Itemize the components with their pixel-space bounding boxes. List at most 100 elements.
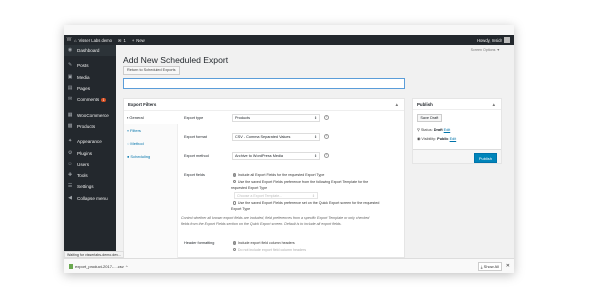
method-icon: ◌: [127, 141, 130, 146]
new-label: New: [136, 37, 145, 43]
admin-bar: W ⌂ Visser Labs demo ✉ 1 + New Howdy, In…: [64, 35, 514, 45]
tab-label: Filters: [130, 128, 141, 133]
admin-bar-new[interactable]: + New: [132, 38, 145, 43]
tab-general[interactable]: ▪ General: [124, 111, 178, 124]
media-icon: ▣: [67, 74, 73, 80]
dashboard-icon: ◉: [67, 48, 73, 54]
export-method-value: Archive to WordPress Media: [235, 154, 284, 158]
tab-label: Scheduling: [130, 154, 151, 159]
comments-icon: ✉: [67, 97, 73, 103]
pages-icon: ▤: [67, 86, 73, 92]
radio-button[interactable]: [233, 173, 237, 177]
fields-option-quick-export[interactable]: Use the saved Export Fields preference s…: [233, 201, 379, 205]
sidebar-item-appearance[interactable]: ✦ Appearance: [64, 136, 116, 147]
radio-button[interactable]: [233, 241, 237, 245]
fields-option-template[interactable]: Use the saved Export Fields preference f…: [233, 180, 368, 184]
publish-button[interactable]: Publish: [473, 153, 497, 164]
publish-actions: Publish: [413, 149, 501, 164]
greeting: Howdy, Insidr: [476, 37, 502, 43]
export-format-label: Export format: [184, 135, 207, 139]
browser-top-strip: [64, 25, 514, 35]
tab-method[interactable]: ◌ Method: [124, 137, 177, 150]
filter-icon: ▿: [127, 128, 130, 133]
header-option-include[interactable]: Include export field column headers: [233, 241, 295, 245]
export-type-select[interactable]: Products ⇕: [232, 114, 320, 122]
radio-button[interactable]: [233, 201, 237, 205]
return-button[interactable]: Return to Scheduled Exports: [123, 66, 180, 75]
show-all-button[interactable]: ⤓ Show All: [477, 261, 502, 271]
radio-label: Include all Export Fields for the reques…: [237, 173, 325, 177]
header-option-exclude[interactable]: Do not include export field column heade…: [233, 248, 306, 252]
help-icon[interactable]: ?: [324, 134, 329, 139]
publish-header: Publish ▲: [413, 99, 501, 110]
admin-bar-site[interactable]: ⌂ Visser Labs demo: [74, 38, 112, 43]
tab-filters[interactable]: ▿ Filters: [124, 124, 177, 137]
help-icon[interactable]: ?: [324, 153, 329, 158]
close-icon[interactable]: ✕: [506, 263, 510, 269]
radio-label: Use the saved Export Fields preference f…: [237, 179, 369, 184]
download-item[interactable]: export_product-2017-....csv ^: [69, 263, 128, 269]
show-all-label: Show All: [483, 263, 499, 269]
sidebar-item-label: Posts: [77, 63, 89, 69]
publish-heading: Publish: [417, 101, 433, 107]
fields-option-all[interactable]: Include all Export Fields for the reques…: [233, 173, 324, 177]
wordpress-logo-icon[interactable]: W: [64, 37, 74, 43]
download-icon: ⤓: [480, 263, 483, 269]
collapse-icon: ◀: [68, 195, 72, 201]
radio-button[interactable]: [233, 179, 237, 184]
save-draft-button[interactable]: Save Draft: [417, 114, 442, 122]
visibility-edit-link[interactable]: Edit: [450, 137, 457, 141]
collapse-toggle-icon[interactable]: ▲: [395, 102, 399, 107]
tab-scheduling[interactable]: ● Scheduling: [124, 150, 177, 163]
sidebar-item-comments[interactable]: ✉ Comments 1: [64, 94, 116, 105]
screen-options-button[interactable]: Screen Options ▼: [471, 48, 500, 52]
admin-sidebar: ◉ Dashboard ✎ Posts ▣ Media ▤ Pages ✉ Co…: [64, 45, 116, 273]
sidebar-item-label: Settings: [77, 184, 94, 190]
export-template-select[interactable]: Choose a Export Template... ⇕: [234, 192, 318, 199]
header-formatting-label: Header formatting: [184, 241, 215, 245]
page-title: Add New Scheduled Export: [123, 55, 229, 65]
title-input[interactable]: [123, 78, 405, 89]
collapse-toggle-icon[interactable]: ▲: [492, 102, 496, 107]
plus-icon: +: [131, 37, 135, 43]
sidebar-item-users[interactable]: ☺ Users: [64, 159, 116, 170]
tab-label: General: [129, 115, 144, 120]
admin-bar-comments[interactable]: ✉ 1: [118, 38, 126, 43]
sidebar-item-pages[interactable]: ▤ Pages: [64, 83, 116, 94]
eye-icon: ◉: [417, 137, 421, 141]
chevron-updown-icon: ⇕: [314, 116, 317, 120]
help-icon[interactable]: ?: [324, 115, 329, 120]
sidebar-item-label: Users: [77, 161, 89, 167]
sidebar-item-label: Tools: [77, 173, 88, 179]
chevron-up-icon[interactable]: ^: [126, 264, 128, 269]
export-method-label: Export method: [184, 154, 209, 158]
sidebar-item-products[interactable]: ▩ Products: [64, 121, 116, 132]
status-label: Status:: [420, 128, 433, 132]
admin-bar-account[interactable]: Howdy, Insidr: [477, 37, 510, 43]
radio-label: Use the saved Export Fields preference s…: [237, 201, 380, 205]
fields-option-quick-export-cont: Export Type: [231, 207, 250, 211]
sidebar-item-collapse[interactable]: ◀ Collapse menu: [64, 193, 116, 204]
users-icon: ☺: [67, 161, 73, 167]
sidebar-item-posts[interactable]: ✎ Posts: [64, 60, 116, 71]
sidebar-item-woocommerce[interactable]: ▦ WooCommerce: [64, 109, 116, 120]
woocommerce-icon: ▦: [67, 112, 73, 118]
sidebar-item-label: Media: [77, 74, 90, 80]
plugins-icon: ⚙: [67, 150, 73, 156]
general-icon: ▪: [127, 115, 129, 120]
sidebar-item-tools[interactable]: ✚ Tools: [64, 170, 116, 181]
chevron-updown-icon: ⇕: [311, 193, 315, 198]
sidebar-item-plugins[interactable]: ⚙ Plugins: [64, 147, 116, 158]
browser-status-text: Waiting for visserlabs-demo.dev...: [64, 251, 124, 258]
fields-option-template-cont: requested Export Type: [231, 186, 267, 190]
sidebar-item-dashboard[interactable]: ◉ Dashboard: [64, 45, 116, 57]
visibility-label: Visibility:: [421, 137, 437, 141]
export-format-select[interactable]: CSV - Comma Separated Values ⇕: [232, 133, 320, 141]
status-edit-link[interactable]: Edit: [444, 128, 451, 132]
radio-button[interactable]: [233, 247, 237, 252]
export-method-select[interactable]: Archive to WordPress Media ⇕: [232, 152, 320, 160]
tab-label: Method: [130, 141, 144, 146]
sidebar-item-settings[interactable]: ☰ Settings: [64, 181, 116, 192]
sidebar-item-media[interactable]: ▣ Media: [64, 72, 116, 83]
products-icon: ▩: [67, 123, 73, 129]
